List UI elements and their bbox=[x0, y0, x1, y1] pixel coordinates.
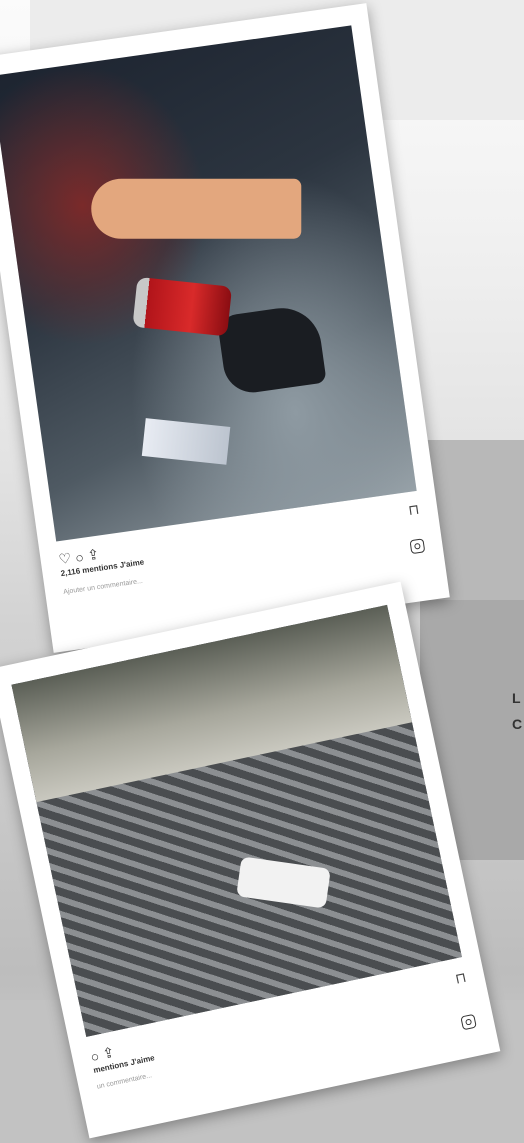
photo-litter-from-car bbox=[0, 25, 417, 542]
side-letter-1: L bbox=[512, 690, 521, 706]
comment-input[interactable]: Ajouter un commentaire... bbox=[63, 578, 143, 596]
litter-item bbox=[236, 856, 331, 909]
photo-cigarette-butts-tree-grate bbox=[11, 604, 462, 1037]
instagram-icon bbox=[409, 538, 426, 555]
comment-icon[interactable]: ○ bbox=[74, 548, 85, 565]
share-icon[interactable]: ⇪ bbox=[86, 546, 100, 564]
side-letter-2: C bbox=[512, 716, 523, 732]
soda-can bbox=[132, 276, 233, 337]
hand bbox=[91, 178, 302, 239]
comment-input[interactable]: un commentaire... bbox=[96, 1072, 152, 1090]
instagram-icon bbox=[460, 1013, 477, 1031]
share-icon[interactable]: ⇪ bbox=[101, 1044, 116, 1063]
comment-icon[interactable]: ○ bbox=[89, 1047, 101, 1064]
bookmark-icon[interactable]: ⊓ bbox=[454, 969, 468, 988]
bookmark-icon[interactable]: ⊓ bbox=[407, 501, 420, 519]
cigarette-pack bbox=[141, 418, 231, 465]
heart-icon[interactable]: ♡ bbox=[58, 550, 73, 569]
car-mirror bbox=[216, 303, 327, 397]
